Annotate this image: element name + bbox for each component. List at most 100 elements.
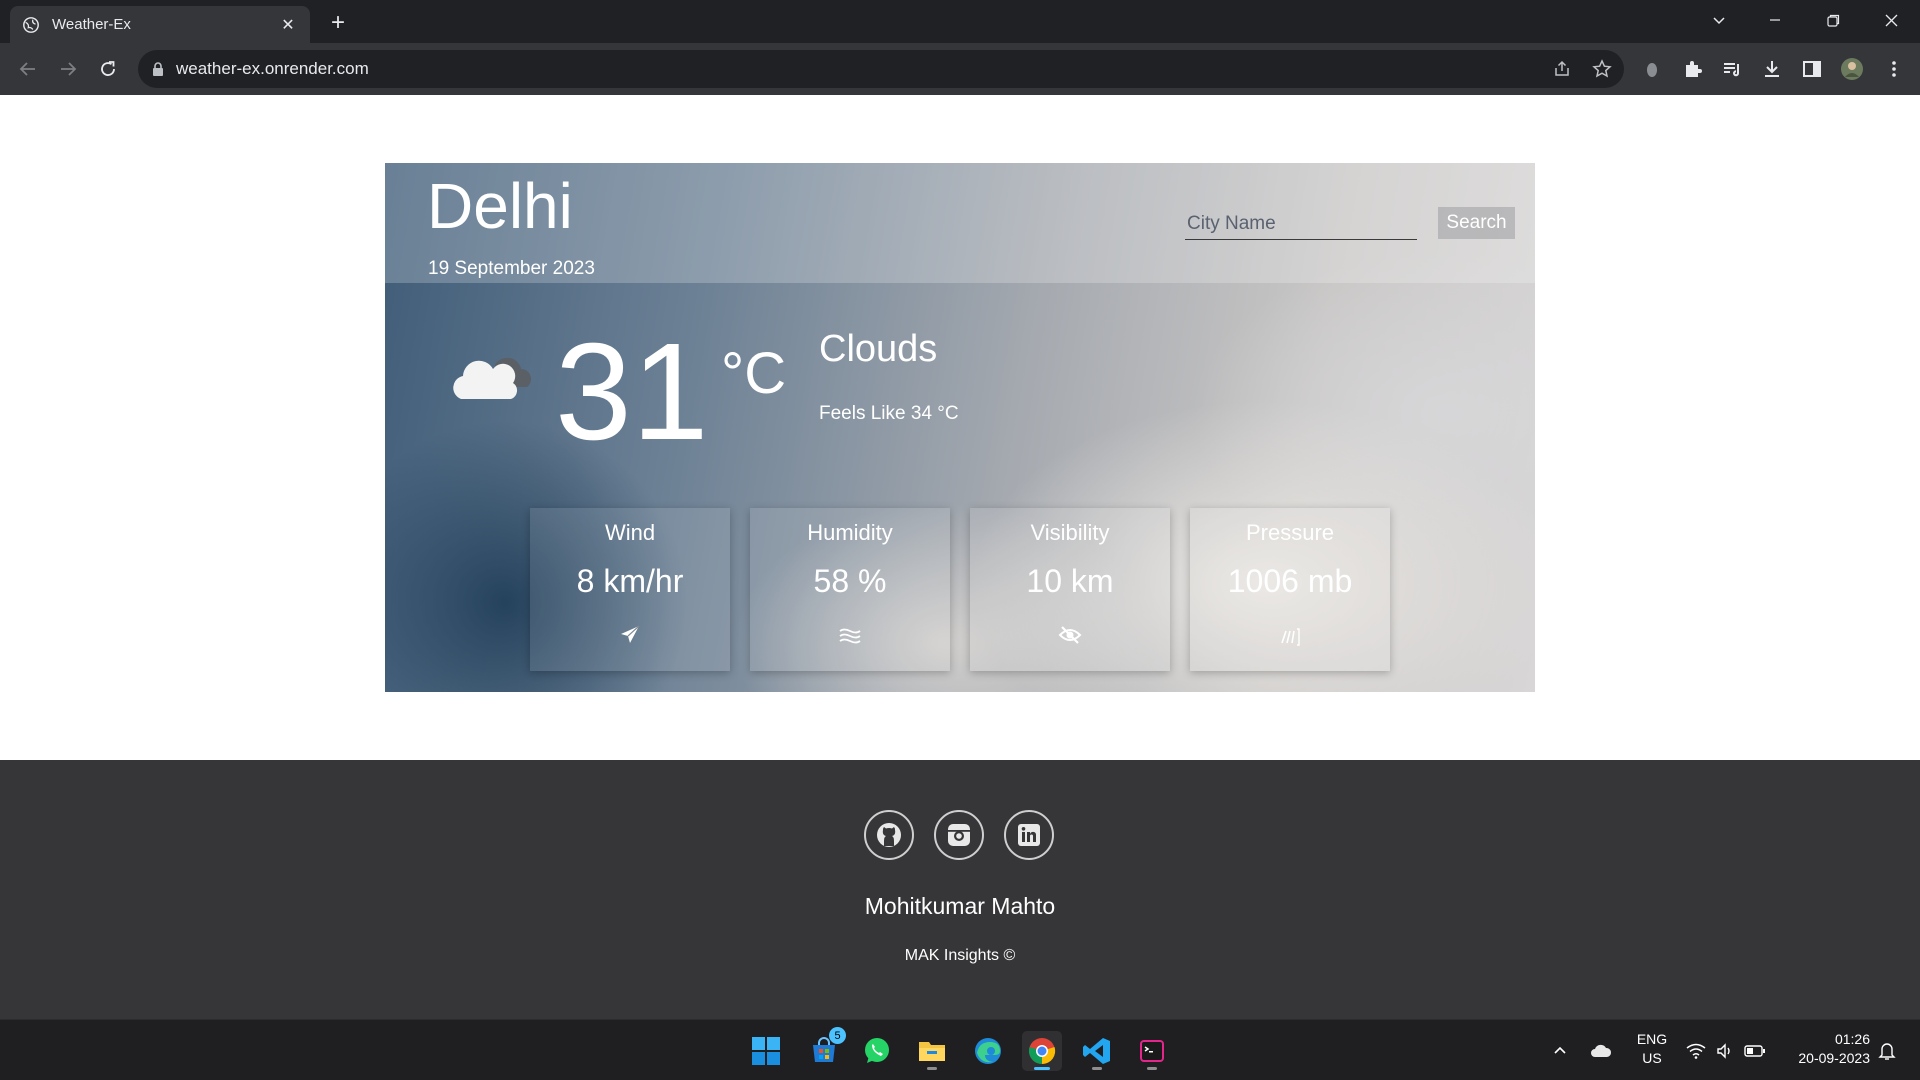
more-vertical-icon [1892,61,1896,77]
avatar [1841,58,1863,80]
minimize-button[interactable] [1752,0,1798,40]
notification-badge: 5 [829,1027,846,1044]
stat-value: 1006 mb [1227,563,1353,599]
weather-card: Delhi 19 September 2023 Search 31 °C Clo… [385,163,1535,692]
terminal-icon [1140,1040,1164,1062]
github-link[interactable] [864,810,914,860]
region-code: US [1642,1050,1662,1066]
wind-card: Wind 8 km/hr [530,508,730,671]
clock-date: 20-09-2023 [1798,1050,1870,1066]
side-panel-icon [1803,61,1821,77]
input-language[interactable]: ENG US [1632,1030,1672,1068]
pressure-gauge-icon [1281,628,1300,646]
download-icon [1765,61,1779,77]
media-controls-button[interactable] [1720,57,1744,81]
battery-icon [1744,1044,1765,1057]
city-name: Delhi [427,170,573,242]
linkedin-link[interactable] [1004,810,1054,860]
url-text: weather-ex.onrender.com [176,59,369,78]
vscode-icon [1083,1038,1110,1064]
stat-value: 10 km [1026,563,1114,599]
cloudy-weather-icon [453,357,531,399]
github-icon [877,823,901,847]
taskbar-vscode[interactable] [1077,1031,1117,1071]
web-page: Delhi 19 September 2023 Search 31 °C Clo… [0,95,1920,1019]
wifi-icon [1686,1043,1706,1059]
lock-icon [153,62,163,76]
taskbar-edge[interactable] [968,1031,1008,1071]
start-button[interactable] [746,1031,786,1071]
linkedin-icon [1018,824,1040,846]
page-footer: Mohitkumar Mahto MAK Insights © [0,760,1920,1019]
notifications-button[interactable] [1878,1020,1896,1080]
visibility-card: Visibility 10 km [970,508,1170,671]
close-window-button[interactable] [1868,0,1914,40]
stat-value: 8 km/hr [576,563,684,599]
taskbar-file-explorer[interactable] [912,1031,952,1071]
tab-search-button[interactable] [1696,0,1742,40]
eye-slash-icon [1058,626,1082,644]
running-indicator [1147,1067,1157,1070]
volume-icon [1717,1042,1730,1059]
profile-avatar-button[interactable] [1840,57,1864,81]
stat-label: Pressure [1245,520,1335,545]
chevron-down-icon [1713,17,1725,25]
side-panel-button[interactable] [1800,57,1824,81]
browser-tab[interactable]: Weather-Ex ✕ [10,6,310,43]
system-clock[interactable]: 01:26 20-09-2023 [1780,1030,1870,1068]
browser-tab-strip: Weather-Ex ✕ + [0,0,1920,43]
extension-icon[interactable] [1640,57,1664,81]
reload-icon [101,61,115,76]
show-hidden-icons-button[interactable] [1552,1020,1568,1080]
address-bar[interactable]: weather-ex.onrender.com [138,50,1624,88]
arrow-right-icon [61,62,77,76]
instagram-link[interactable] [934,810,984,860]
arrow-left-icon [19,62,35,76]
tab-title: Weather-Ex [52,16,131,33]
running-indicator [927,1067,937,1070]
restore-icon [1826,14,1839,27]
close-icon [1885,14,1897,26]
stat-label: Wind [604,520,656,545]
onedrive-tray[interactable] [1590,1020,1612,1080]
extensions-button[interactable] [1681,57,1705,81]
minimize-icon [1770,19,1780,21]
stat-label: Visibility [1030,520,1110,545]
temperature-unit: °C [721,341,787,406]
reload-button[interactable] [93,54,123,84]
weather-condition: Clouds [819,328,938,370]
taskbar-terminal[interactable] [1132,1031,1172,1071]
search-button[interactable]: Search [1438,207,1515,239]
bookmark-star-icon[interactable] [1592,59,1612,79]
browser-menu-button[interactable] [1882,57,1906,81]
taskbar-store[interactable]: 5 [804,1027,846,1071]
forward-button[interactable] [53,54,83,84]
puzzle-icon [1686,61,1702,77]
water-waves-icon [839,628,861,644]
pressure-card: Pressure 1006 mb [1190,508,1390,671]
playlist-icon [1724,63,1739,77]
chevron-up-icon [1554,1046,1566,1054]
back-button[interactable] [13,54,43,84]
city-search-input[interactable] [1185,208,1417,240]
share-icon[interactable] [1552,59,1572,79]
edge-icon [975,1038,1001,1064]
chrome-icon [1028,1038,1056,1065]
downloads-button[interactable] [1760,57,1784,81]
close-tab-icon[interactable]: ✕ [278,15,298,35]
restore-button[interactable] [1810,0,1856,40]
taskbar-chrome[interactable] [1022,1031,1062,1071]
browser-toolbar: weather-ex.onrender.com [0,43,1920,95]
language-code: ENG [1636,1031,1668,1047]
quick-settings[interactable] [1686,1020,1766,1080]
cloud-icon [1591,1044,1612,1057]
taskbar-whatsapp[interactable] [857,1031,897,1071]
new-tab-button[interactable]: + [324,9,352,37]
weather-date: 19 September 2023 [428,258,595,279]
clock-time: 01:26 [1834,1031,1870,1047]
stat-value: 58 % [813,563,887,599]
notification-bell-icon [1878,1042,1896,1060]
profile-extension-icon [1647,63,1657,77]
windows-logo-icon [752,1037,780,1065]
temperature-value: 31 [555,315,709,469]
